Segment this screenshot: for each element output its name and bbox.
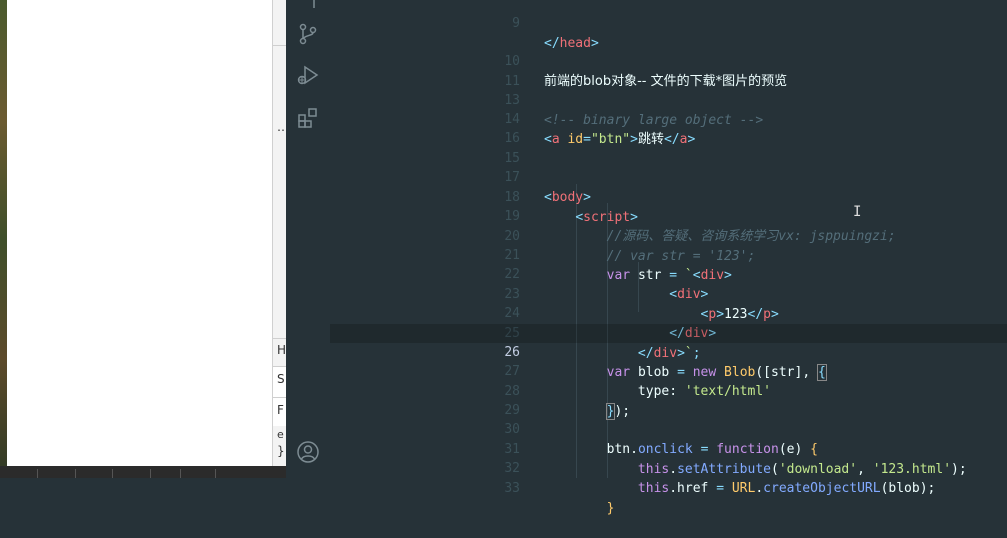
line-number: 16 xyxy=(504,131,520,147)
taskbar-divider xyxy=(112,469,113,478)
line-number: 33 xyxy=(504,481,520,497)
code-line[interactable]: 9 </head> xyxy=(330,0,1007,50)
run-debug-icon[interactable] xyxy=(296,63,320,87)
code-line[interactable]: 11 xyxy=(330,53,1007,89)
taskbar-divider xyxy=(180,469,181,478)
devtools-fragment-s: S xyxy=(277,372,285,386)
code-line[interactable]: 10 前端的blob对象-- 文件的下载*图片的预览 xyxy=(330,33,1007,88)
code-line[interactable]: 30 btn.onclick = function(e) { xyxy=(330,401,1007,456)
code-line[interactable]: 22 <div> xyxy=(330,246,1007,301)
line-text: } xyxy=(606,500,615,516)
explorer-icon[interactable] xyxy=(296,0,320,14)
browser-page xyxy=(7,0,272,466)
line-number: 9 xyxy=(512,16,520,32)
code-line[interactable]: 24 </div> xyxy=(330,285,1007,340)
code-line[interactable]: 23 <p>123</p> xyxy=(330,266,1007,321)
activity-bar xyxy=(286,0,330,478)
code-line[interactable]: 19 //源码、答疑、咨询系统学习vx: jsppuingzi; xyxy=(330,188,1007,243)
taskbar-divider xyxy=(75,469,76,478)
desktop-wallpaper-strip xyxy=(0,0,7,478)
account-icon[interactable] xyxy=(296,440,320,464)
code-line[interactable]: 25 </div>`; xyxy=(330,305,1007,360)
source-control-icon[interactable] xyxy=(296,22,320,46)
devtools-toolbar xyxy=(273,45,287,78)
code-line[interactable]: 14 <a id="btn">跳转</a> xyxy=(330,91,1007,146)
code-line[interactable]: 28 }); xyxy=(330,363,1007,420)
code-line[interactable]: 21 var str = `<div> xyxy=(330,227,1007,282)
devtools-fragment-brace: } xyxy=(277,444,285,458)
code-line[interactable]: 17 <body> xyxy=(330,149,1007,204)
code-line[interactable]: 31 this.setAttribute('download', '123.ht… xyxy=(330,421,1007,476)
taskbar-divider xyxy=(150,469,151,478)
extensions-icon[interactable] xyxy=(296,106,320,130)
devtools-panel-edge: … H S F e } xyxy=(272,0,287,478)
devtools-fragment-f: F xyxy=(277,403,284,417)
line-text: this.href = URL.createObjectURL(blob); xyxy=(637,480,936,496)
code-line[interactable]: 27 type: 'text/html' xyxy=(330,343,1007,398)
taskbar xyxy=(0,466,286,478)
code-line[interactable]: 29 xyxy=(330,382,1007,418)
text-cursor-icon: I xyxy=(853,204,861,220)
devtools-fragment-h: H xyxy=(277,343,287,357)
code-line[interactable]: 32 this.href = URL.createObjectURL(blob)… xyxy=(330,440,1007,495)
taskbar-divider xyxy=(37,469,38,478)
code-line[interactable]: 18 <script> xyxy=(330,169,1007,224)
taskbar-divider xyxy=(215,469,216,478)
code-editor[interactable]: 9 </head> 10 前端的blob对象-- 文件的下载*图片的预览 11 … xyxy=(330,0,1007,516)
devtools-fragment-e: e xyxy=(277,428,284,441)
code-line[interactable]: 15 xyxy=(330,130,1007,166)
code-line[interactable]: 33 } xyxy=(330,460,1007,515)
code-line-current[interactable]: 26 var blob = new Blob([str], { xyxy=(330,324,1007,381)
code-line[interactable]: 20 // var str = '123'; xyxy=(330,208,1007,263)
code-line[interactable]: 13 <!-- binary large object --> xyxy=(330,72,1007,127)
code-line[interactable]: 16 xyxy=(330,110,1007,146)
